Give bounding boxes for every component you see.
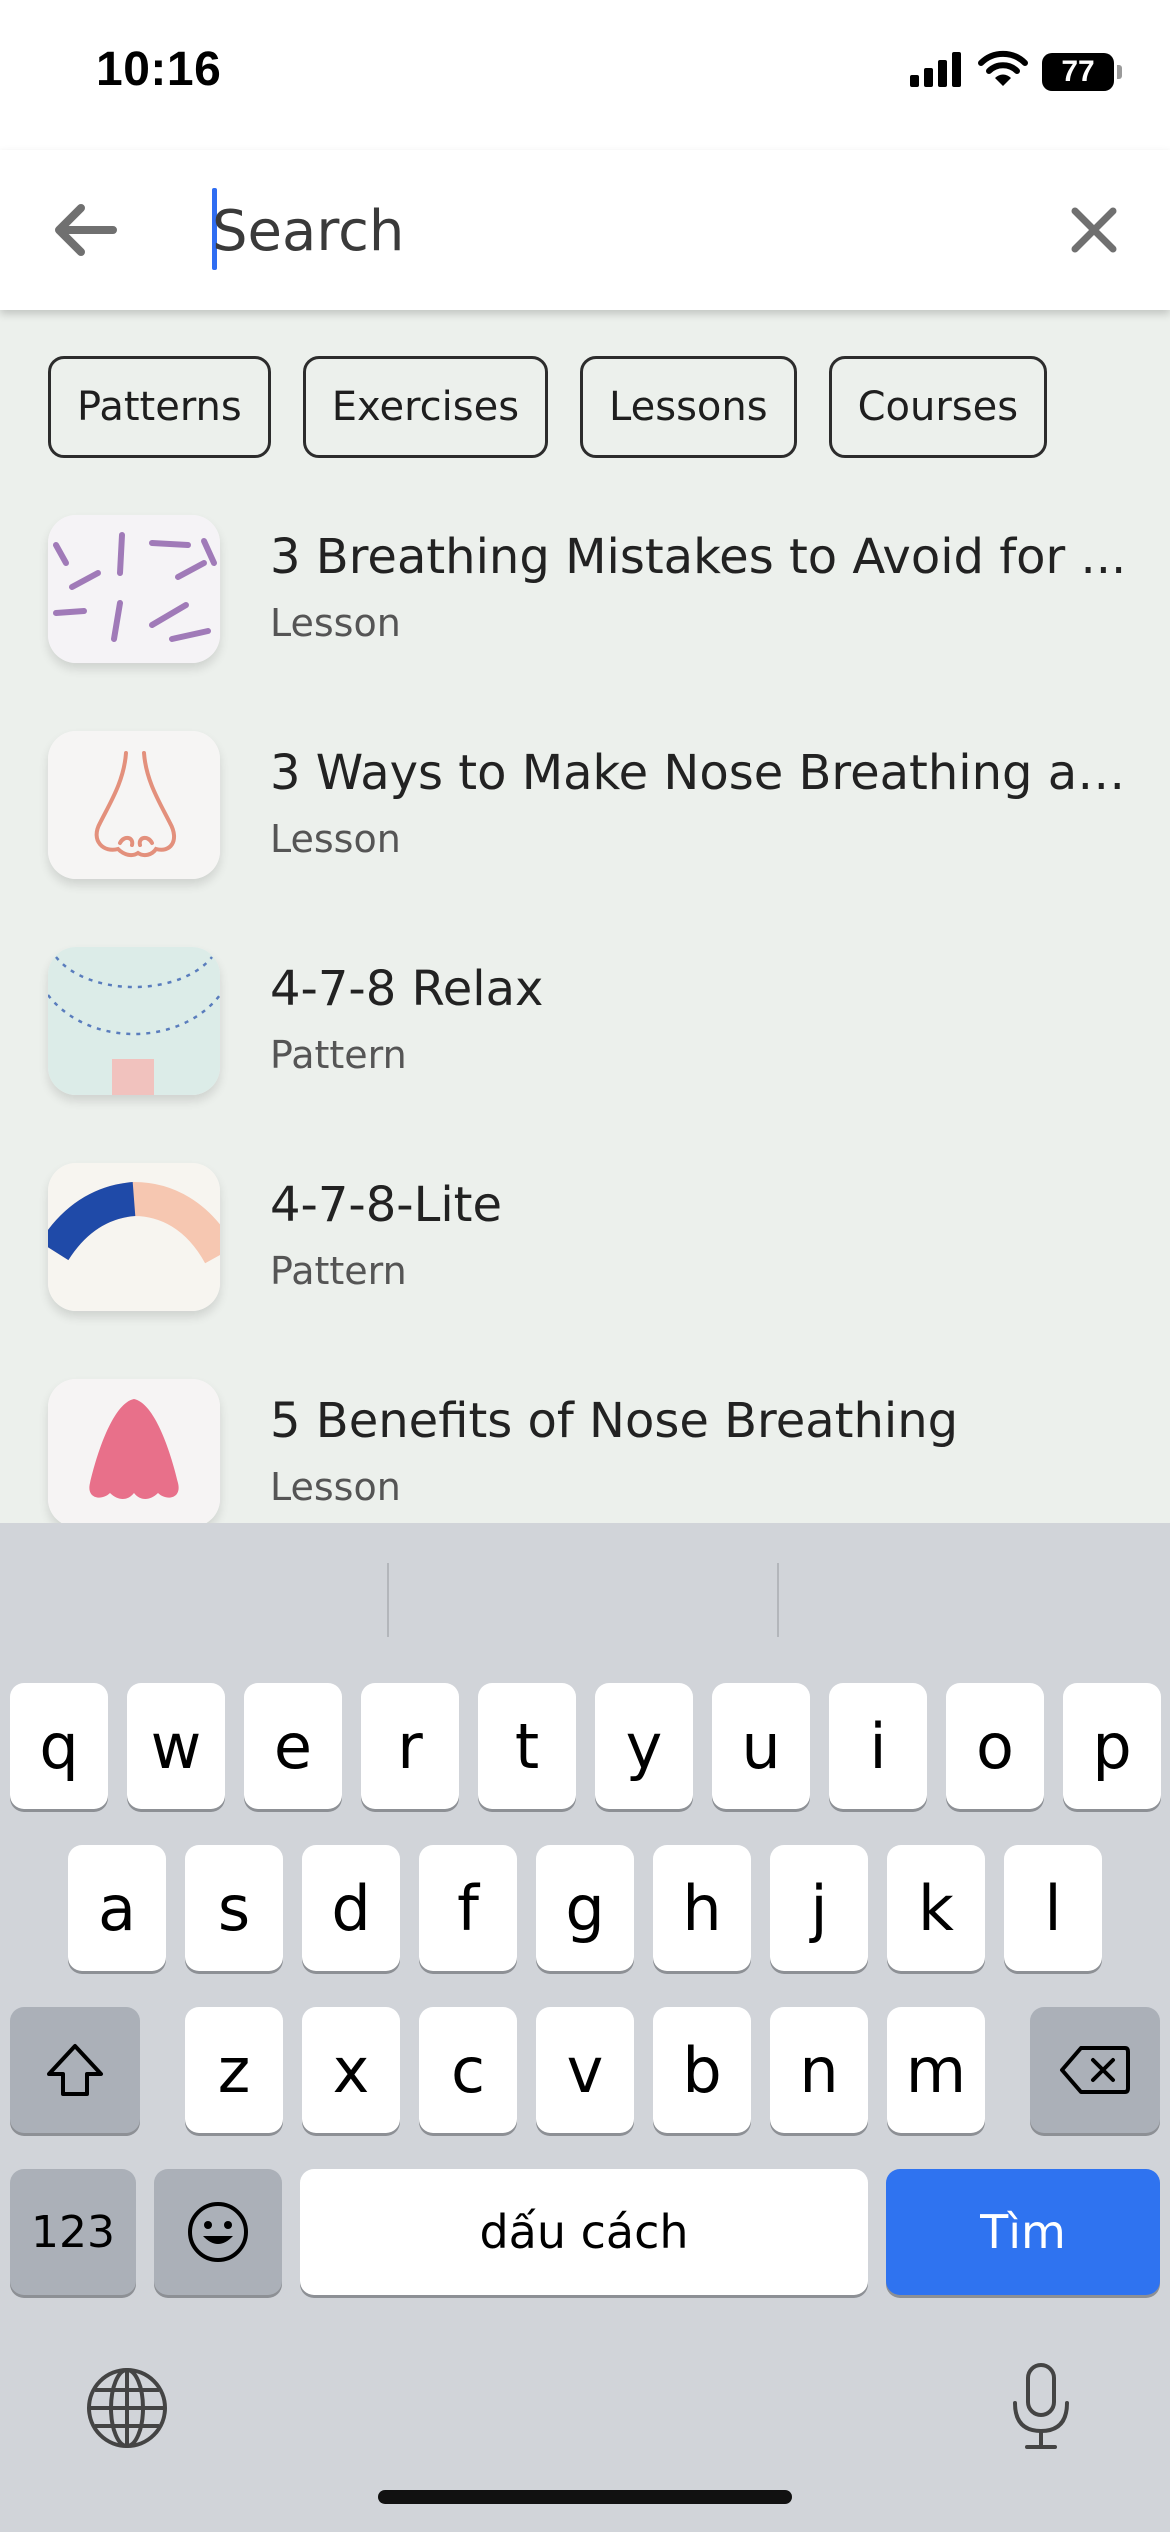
result-title: 5 Benefits of Nose Breathing xyxy=(270,1393,959,1449)
shift-icon xyxy=(47,2044,103,2096)
result-title: 4-7-8-Lite xyxy=(270,1177,503,1233)
key-x[interactable]: x xyxy=(302,2007,400,2133)
globe-key[interactable] xyxy=(82,2363,172,2453)
battery-icon: 77 xyxy=(1042,52,1122,91)
search-header xyxy=(0,150,1170,310)
keyboard: q w e r t y u i o p a s d f g h j k l z … xyxy=(0,1523,1170,2532)
nose-pink-thumbnail xyxy=(48,1379,220,1523)
key-k[interactable]: k xyxy=(887,1845,985,1971)
globe-icon xyxy=(87,2368,167,2448)
emoji-key[interactable] xyxy=(154,2169,282,2295)
key-d[interactable]: d xyxy=(302,1845,400,1971)
result-item[interactable]: 3 Breathing Mistakes to Avoid for ... Le… xyxy=(0,515,1170,731)
key-y[interactable]: y xyxy=(595,1683,693,1809)
key-t[interactable]: t xyxy=(478,1683,576,1809)
filter-chip-exercises[interactable]: Exercises xyxy=(302,356,549,458)
result-type: Lesson xyxy=(270,1465,401,1509)
relax-thumbnail xyxy=(48,947,220,1095)
key-h[interactable]: h xyxy=(653,1845,751,1971)
lines-thumbnail xyxy=(48,515,220,663)
key-c[interactable]: c xyxy=(419,2007,517,2133)
space-key[interactable]: dấu cách xyxy=(300,2169,868,2295)
cellular-signal-icon xyxy=(910,51,964,92)
backspace-icon xyxy=(1060,2046,1130,2094)
result-item[interactable]: 3 Ways to Make Nose Breathing a ... Less… xyxy=(0,731,1170,947)
dictation-key[interactable] xyxy=(996,2359,1086,2455)
result-item[interactable]: 4-7-8 Relax Pattern xyxy=(0,947,1170,1163)
key-z[interactable]: z xyxy=(185,2007,283,2133)
result-title: 3 Ways to Make Nose Breathing a ... xyxy=(270,745,1130,801)
backspace-key[interactable] xyxy=(1030,2007,1160,2133)
result-title: 3 Breathing Mistakes to Avoid for ... xyxy=(270,529,1127,585)
numbers-key[interactable]: 123 xyxy=(10,2169,136,2295)
key-v[interactable]: v xyxy=(536,2007,634,2133)
shift-key[interactable] xyxy=(10,2007,140,2133)
microphone-icon xyxy=(1013,2363,1069,2449)
emoji-icon xyxy=(188,2202,248,2262)
suggestion-divider xyxy=(777,1563,779,1637)
status-bar: 10:16 77 xyxy=(0,0,1170,150)
nose-outline-thumbnail xyxy=(48,731,220,879)
status-time: 10:16 xyxy=(96,43,222,96)
key-l[interactable]: l xyxy=(1004,1845,1102,1971)
key-q[interactable]: q xyxy=(10,1683,108,1809)
key-w[interactable]: w xyxy=(127,1683,225,1809)
key-p[interactable]: p xyxy=(1063,1683,1161,1809)
key-o[interactable]: o xyxy=(946,1683,1044,1809)
result-item[interactable]: 4-7-8-Lite Pattern xyxy=(0,1163,1170,1379)
clear-button[interactable] xyxy=(1054,190,1134,270)
search-input[interactable] xyxy=(212,186,1032,276)
key-i[interactable]: i xyxy=(829,1683,927,1809)
results-list: 3 Breathing Mistakes to Avoid for ... Le… xyxy=(0,515,1170,1523)
result-item[interactable]: 5 Benefits of Nose Breathing Lesson xyxy=(0,1379,1170,1523)
search-key[interactable]: Tìm xyxy=(886,2169,1160,2295)
close-icon xyxy=(1071,207,1117,253)
status-icons: 77 xyxy=(910,50,1122,93)
result-title: 4-7-8 Relax xyxy=(270,961,544,1017)
key-f[interactable]: f xyxy=(419,1845,517,1971)
key-u[interactable]: u xyxy=(712,1683,810,1809)
suggestion-divider xyxy=(387,1563,389,1637)
filter-chips: Patterns Exercises Lessons Courses xyxy=(48,356,1048,458)
key-j[interactable]: j xyxy=(770,1845,868,1971)
battery-level: 77 xyxy=(1061,54,1095,88)
arrow-left-icon xyxy=(55,204,117,256)
result-type: Pattern xyxy=(270,1033,407,1077)
filter-chip-lessons[interactable]: Lessons xyxy=(580,356,797,458)
filter-chip-patterns[interactable]: Patterns xyxy=(48,356,271,458)
key-a[interactable]: a xyxy=(68,1845,166,1971)
back-button[interactable] xyxy=(44,190,124,270)
wifi-icon xyxy=(978,50,1028,93)
result-type: Pattern xyxy=(270,1249,407,1293)
key-e[interactable]: e xyxy=(244,1683,342,1809)
arc-thumbnail xyxy=(48,1163,220,1311)
result-type: Lesson xyxy=(270,817,401,861)
home-indicator[interactable] xyxy=(378,2490,792,2504)
result-type: Lesson xyxy=(270,601,401,645)
key-m[interactable]: m xyxy=(887,2007,985,2133)
results-area: Patterns Exercises Lessons Courses 3 Bre… xyxy=(0,310,1170,1523)
key-r[interactable]: r xyxy=(361,1683,459,1809)
key-n[interactable]: n xyxy=(770,2007,868,2133)
key-g[interactable]: g xyxy=(536,1845,634,1971)
key-b[interactable]: b xyxy=(653,2007,751,2133)
key-s[interactable]: s xyxy=(185,1845,283,1971)
filter-chip-courses[interactable]: Courses xyxy=(828,356,1048,458)
